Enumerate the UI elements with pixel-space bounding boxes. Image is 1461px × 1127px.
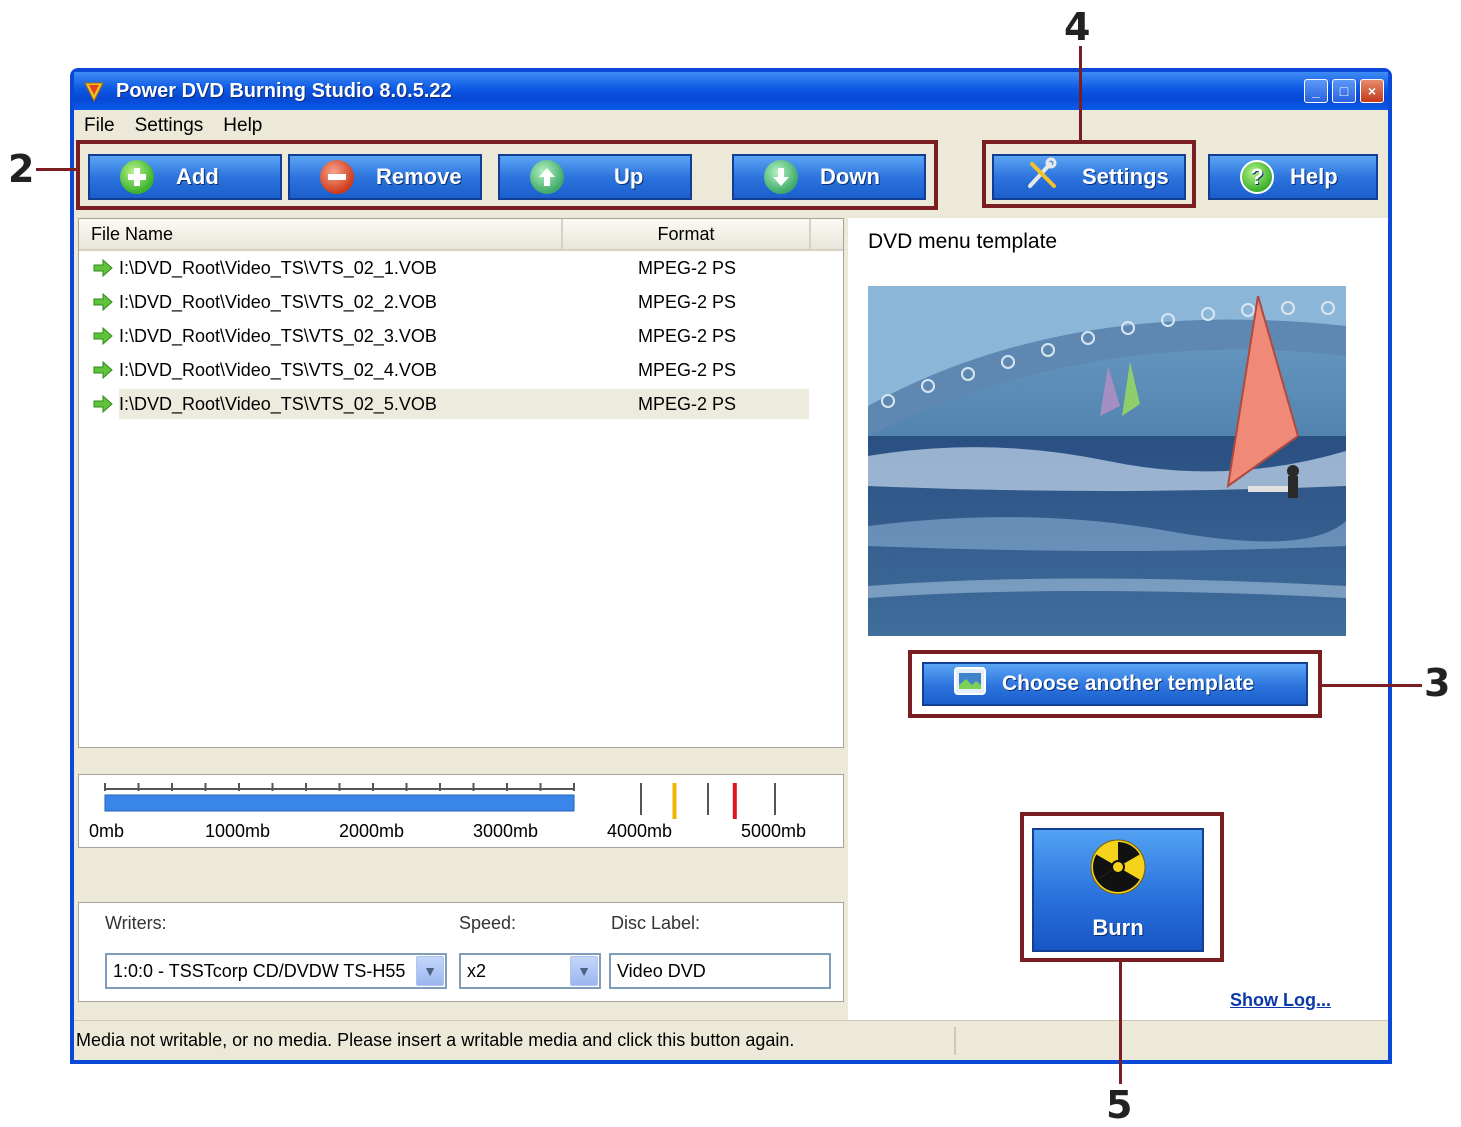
- column-format[interactable]: Format: [563, 219, 811, 249]
- speed-label: Speed:: [459, 913, 517, 933]
- settings-button[interactable]: Settings: [992, 154, 1186, 200]
- plus-icon: [120, 160, 154, 194]
- green-arrow-icon: [79, 327, 119, 345]
- file-rows: I:\DVD_Root\Video_TS\VTS_02_1.VOB MPEG-2 …: [79, 251, 843, 421]
- disc-capacity-bar: 0mb 1000mb 2000mb 3000mb 4000mb 5000mb: [78, 774, 844, 848]
- disc-label-input[interactable]: Video DVD: [609, 953, 831, 989]
- add-button-label: Add: [176, 164, 219, 189]
- image-icon: [954, 667, 986, 701]
- file-list[interactable]: File Name Format I:\DVD_Root\Video_TS\VT…: [78, 218, 844, 748]
- callout-3: 3: [1424, 661, 1451, 705]
- maximize-button[interactable]: □: [1332, 79, 1356, 103]
- question-icon: ?: [1240, 160, 1274, 194]
- list-item[interactable]: I:\DVD_Root\Video_TS\VTS_02_2.VOB MPEG-2 …: [79, 285, 843, 319]
- down-button-label: Down: [820, 164, 880, 189]
- disc-label-value: Video DVD: [617, 960, 706, 981]
- choose-template-button[interactable]: Choose another template: [922, 662, 1308, 706]
- menu-settings[interactable]: Settings: [135, 115, 204, 137]
- choose-template-label: Choose another template: [1002, 672, 1255, 695]
- toolbar: Add Remove Up Down Settings ? Help: [74, 142, 1388, 212]
- column-file-name[interactable]: File Name: [79, 219, 563, 249]
- capacity-label-0: 0mb: [89, 821, 125, 841]
- window-title: Power DVD Burning Studio 8.0.5.22: [116, 79, 452, 102]
- tools-icon: [1024, 156, 1060, 198]
- writer-select-value: 1:0:0 - TSSTcorp CD/DVDW TS-H55: [113, 960, 406, 981]
- speed-select-value: x2: [467, 960, 487, 981]
- template-label: DVD menu template: [868, 230, 1058, 253]
- green-arrow-icon: [79, 395, 119, 413]
- menu-help[interactable]: Help: [223, 115, 262, 137]
- app-window: Power DVD Burning Studio 8.0.5.22 _ □ × …: [70, 68, 1392, 1064]
- file-name-cell: I:\DVD_Root\Video_TS\VTS_02_3.VOB: [119, 325, 437, 346]
- green-arrow-icon: [79, 293, 119, 311]
- capacity-label-5000: 5000mb: [741, 821, 807, 841]
- minimize-button[interactable]: _: [1304, 79, 1328, 103]
- template-panel: DVD menu template Choose another templat…: [848, 218, 1388, 1026]
- file-name-cell: I:\DVD_Root\Video_TS\VTS_02_1.VOB: [119, 257, 437, 278]
- callout-5-line: [1119, 960, 1122, 1084]
- status-separator: [954, 1027, 956, 1055]
- menu-bar: File Settings Help: [74, 110, 1388, 142]
- title-bar[interactable]: Power DVD Burning Studio 8.0.5.22 _ □ ×: [74, 72, 1388, 110]
- file-name-cell: I:\DVD_Root\Video_TS\VTS_02_4.VOB: [119, 359, 437, 380]
- file-name-cell: I:\DVD_Root\Video_TS\VTS_02_5.VOB: [119, 393, 437, 414]
- writer-panel: Writers: Speed: Disc Label: 1:0:0 - TSST…: [78, 902, 844, 1002]
- burn-button[interactable]: Burn: [1032, 828, 1204, 952]
- burn-button-label: Burn: [1092, 915, 1144, 940]
- arrow-down-icon: [764, 160, 798, 194]
- show-log-link[interactable]: Show Log...: [1230, 990, 1331, 1011]
- menu-file[interactable]: File: [84, 115, 115, 137]
- disc-label-label: Disc Label:: [611, 913, 701, 933]
- list-item[interactable]: I:\DVD_Root\Video_TS\VTS_02_3.VOB MPEG-2 …: [79, 319, 843, 353]
- list-header: File Name Format: [79, 219, 843, 251]
- callout-4: 4: [1064, 5, 1091, 49]
- green-arrow-icon: [79, 259, 119, 277]
- remove-button[interactable]: Remove: [288, 154, 482, 200]
- status-message: Media not writable, or no media. Please …: [76, 1030, 795, 1050]
- down-button[interactable]: Down: [732, 154, 926, 200]
- file-name-cell: I:\DVD_Root\Video_TS\VTS_02_2.VOB: [119, 291, 437, 312]
- callout-2: 2: [8, 147, 35, 191]
- close-button[interactable]: ×: [1360, 79, 1384, 103]
- writer-select[interactable]: 1:0:0 - TSSTcorp CD/DVDW TS-H55 ▼: [105, 953, 447, 989]
- speed-select[interactable]: x2 ▼: [459, 953, 601, 989]
- up-button-label: Up: [614, 164, 644, 189]
- remove-button-label: Remove: [376, 164, 462, 189]
- callout-5: 5: [1106, 1083, 1133, 1127]
- list-item[interactable]: I:\DVD_Root\Video_TS\VTS_02_5.VOB MPEG-2 …: [79, 387, 843, 421]
- list-item[interactable]: I:\DVD_Root\Video_TS\VTS_02_4.VOB MPEG-2 …: [79, 353, 843, 387]
- capacity-label-1000: 1000mb: [205, 821, 271, 841]
- file-format-cell: MPEG-2 PS: [637, 257, 737, 278]
- up-button[interactable]: Up: [498, 154, 692, 200]
- chevron-down-icon[interactable]: ▼: [416, 956, 444, 986]
- capacity-label-2000: 2000mb: [339, 821, 405, 841]
- list-item[interactable]: I:\DVD_Root\Video_TS\VTS_02_1.VOB MPEG-2 …: [79, 251, 843, 285]
- minus-icon: [320, 160, 354, 194]
- arrow-up-icon: [530, 160, 564, 194]
- settings-button-label: Settings: [1082, 164, 1169, 189]
- capacity-gauge: [104, 783, 776, 819]
- callout-3-line: [1320, 684, 1422, 687]
- app-logo-icon: [84, 82, 104, 103]
- file-format-cell: MPEG-2 PS: [637, 325, 737, 346]
- radiation-icon: [1090, 839, 1146, 901]
- callout-4-line: [1079, 46, 1082, 140]
- callout-2-line: [36, 168, 78, 171]
- capacity-label-3000: 3000mb: [473, 821, 539, 841]
- chevron-down-icon[interactable]: ▼: [570, 956, 598, 986]
- status-bar: Media not writable, or no media. Please …: [74, 1020, 1388, 1060]
- capacity-used-fill: [104, 794, 575, 812]
- help-button[interactable]: ? Help: [1208, 154, 1378, 200]
- file-format-cell: MPEG-2 PS: [637, 359, 737, 380]
- file-format-cell: MPEG-2 PS: [637, 291, 737, 312]
- template-preview-image: [868, 286, 1346, 636]
- help-button-label: Help: [1290, 164, 1338, 189]
- add-button[interactable]: Add: [88, 154, 282, 200]
- file-format-cell: MPEG-2 PS: [637, 393, 737, 414]
- green-arrow-icon: [79, 361, 119, 379]
- capacity-label-4000: 4000mb: [607, 821, 673, 841]
- writers-label: Writers:: [105, 913, 167, 933]
